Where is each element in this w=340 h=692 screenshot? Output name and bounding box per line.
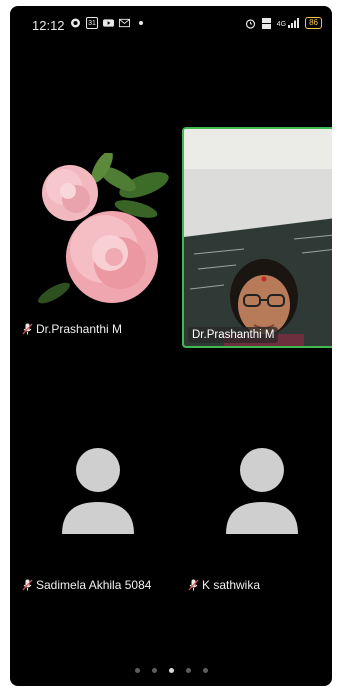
participant-tile-k-sathwika[interactable]: [222, 446, 302, 536]
person-avatar-icon: [226, 448, 298, 534]
camera-video-feed: [184, 129, 332, 346]
rose-image: [24, 153, 176, 307]
participant-label-prashanthi-image: Dr.Prashanthi M: [22, 322, 122, 336]
participant-name: Dr.Prashanthi M: [36, 322, 123, 336]
page-indicator[interactable]: [10, 668, 332, 673]
page-dot-2[interactable]: [151, 668, 157, 673]
status-bar: 12:12 31 4G 86: [10, 6, 332, 40]
mic-muted-icon: [188, 579, 199, 591]
participant-name: Sadimela Akhila 5084: [36, 578, 152, 592]
participant-tile-sadimela-akhila[interactable]: [58, 446, 138, 536]
page-dot-3-active[interactable]: [168, 668, 174, 673]
person-avatar-icon: [62, 448, 134, 534]
battery-icon: 86: [305, 17, 322, 29]
notification-icons: 31: [70, 17, 146, 29]
page-dot-1[interactable]: [134, 668, 140, 673]
mic-muted-icon: [22, 323, 33, 335]
network-type: 4G: [276, 21, 287, 28]
signal-icon: 4G: [277, 18, 300, 28]
alarm-icon: [245, 18, 256, 29]
dot-icon: [135, 18, 146, 29]
chat-bubble-icon: [70, 18, 81, 29]
calendar-icon: 31: [86, 17, 98, 29]
status-time: 12:12: [32, 18, 65, 33]
participant-label-sadimela-akhila: Sadimela Akhila 5084: [22, 578, 151, 592]
youtube-icon: [103, 18, 114, 29]
page-dot-4[interactable]: [185, 668, 191, 673]
participant-tile-prashanthi-camera[interactable]: Dr.Prashanthi M: [182, 127, 332, 348]
mic-muted-icon: [22, 579, 33, 591]
meeting-screen: 12:12 31 4G 86 Dr.Prashanthi M Dr.Prasha…: [10, 6, 332, 686]
participant-name: K sathwika: [202, 578, 261, 592]
gmail-icon: [119, 18, 130, 29]
participant-tile-prashanthi-image[interactable]: [24, 153, 176, 307]
volte-icon: [261, 17, 272, 29]
page-dot-5[interactable]: [202, 668, 208, 673]
system-icons: 4G 86: [245, 17, 322, 29]
calendar-day: 31: [88, 19, 96, 27]
participant-label-k-sathwika: K sathwika: [188, 578, 260, 592]
participant-label-prashanthi-camera: Dr.Prashanthi M: [188, 327, 279, 343]
